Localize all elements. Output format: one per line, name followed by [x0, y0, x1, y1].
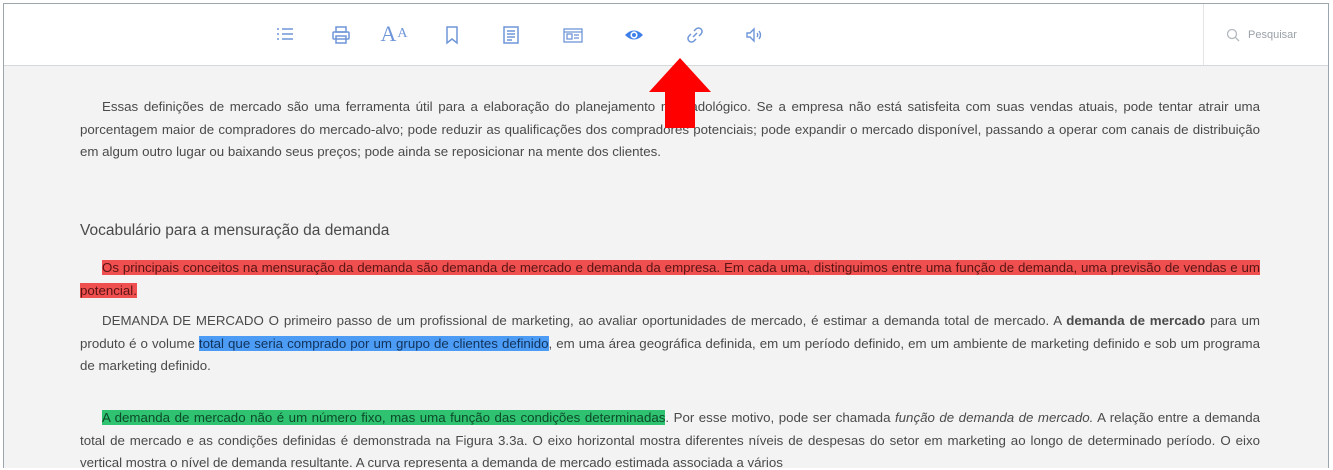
term-demand-function: função de demanda de mercado.	[894, 410, 1094, 425]
flashcard-icon[interactable]	[562, 24, 584, 46]
paragraph-demand-concepts: Os principais conceitos na mensuração da…	[80, 257, 1260, 302]
font-size-small-glyph: A	[397, 26, 408, 41]
reader-window: AA Pesquisar Essas definições de mercado…	[3, 3, 1329, 468]
highlight-green[interactable]: A demanda de mercado não é um número fix…	[102, 410, 666, 425]
paragraph-market-demand: DEMANDA DE MERCADO O primeiro passo de u…	[80, 310, 1260, 378]
print-icon[interactable]	[330, 24, 352, 46]
paragraph-market-demand-intro: DEMANDA DE MERCADO O primeiro passo de u…	[102, 313, 1067, 328]
font-size-large-glyph: A	[380, 21, 397, 46]
reader-toolbar: AA Pesquisar	[4, 4, 1328, 66]
highlight-blue[interactable]: total que seria comprado por um grupo de…	[198, 335, 549, 351]
paragraph-demand-function: A demanda de mercado não é um número fix…	[80, 407, 1260, 468]
font-size-icon[interactable]: AA	[378, 21, 410, 46]
audio-icon[interactable]	[743, 24, 765, 46]
search-label: Pesquisar	[1248, 28, 1297, 41]
list-icon[interactable]	[274, 24, 296, 46]
bookmark-icon[interactable]	[441, 24, 463, 46]
section-heading: Vocabulário para a mensuração da demanda	[80, 222, 390, 239]
eye-icon[interactable]	[623, 24, 645, 46]
link-icon[interactable]	[684, 24, 706, 46]
highlight-red[interactable]: Os principais conceitos na mensuração da…	[80, 260, 1260, 298]
red-arrow-annotation	[649, 58, 711, 128]
search-button[interactable]: Pesquisar	[1203, 4, 1328, 65]
search-icon	[1226, 28, 1240, 41]
term-market-demand: demanda de mercado	[1066, 313, 1206, 328]
notes-icon[interactable]	[500, 24, 522, 46]
paragraph-demand-function-mid: . Por esse motivo, pode ser chamada	[665, 410, 895, 425]
